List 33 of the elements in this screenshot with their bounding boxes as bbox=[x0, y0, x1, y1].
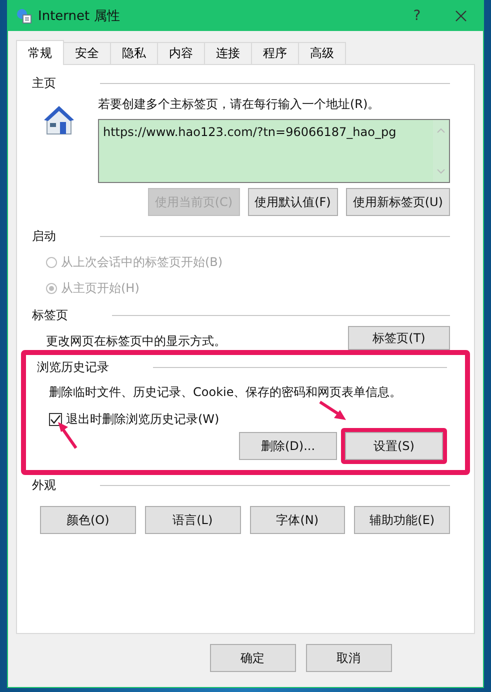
appearance-button[interactable]: 辅助功能(E) bbox=[354, 506, 450, 534]
history-button[interactable]: 删除(D)... bbox=[239, 432, 337, 460]
appearance-button[interactable]: 颜色(O) bbox=[40, 506, 136, 534]
description-text: 更改网页在标签页中的显示方式。 bbox=[46, 333, 226, 350]
radio-label: 从主页开始(H) bbox=[61, 280, 140, 297]
instruction-text: 若要创建多个主标签页，请在每行输入一个地址(R)。 bbox=[98, 96, 381, 113]
window-title: Internet 属性 bbox=[38, 8, 120, 24]
history-button[interactable]: 设置(S) bbox=[345, 432, 443, 460]
homepage-button[interactable]: 使用默认值(F) bbox=[248, 188, 338, 216]
close-icon bbox=[455, 10, 467, 22]
checkbox-label: 退出时删除浏览历史记录(W) bbox=[66, 411, 220, 428]
house-icon bbox=[42, 104, 76, 136]
tab[interactable]: 高级 bbox=[298, 42, 346, 64]
tab[interactable]: 常规 bbox=[16, 40, 64, 65]
group-heading: 标签页 bbox=[32, 307, 68, 324]
description-text: 删除临时文件、历史记录、Cookie、保存的密码和网页表单信息。 bbox=[49, 384, 403, 401]
homepage-button[interactable]: 使用新标签页(U) bbox=[346, 188, 450, 216]
appearance-button[interactable]: 语言(L) bbox=[144, 506, 240, 534]
group-heading: 外观 bbox=[32, 477, 56, 494]
dialog-button[interactable]: 取消 bbox=[306, 644, 392, 672]
radio-label: 从上次会话中的标签页开始(B) bbox=[61, 254, 223, 271]
homepage-url-field[interactable]: https://www.hao123.com/?tn=96066187_hao_pg bbox=[98, 119, 450, 183]
group-heading: 启动 bbox=[32, 228, 56, 245]
tabs-button[interactable]: 标签页(T) bbox=[348, 326, 450, 350]
checkbox[interactable] bbox=[49, 413, 62, 426]
group-heading: 主页 bbox=[32, 75, 56, 92]
dialog-button[interactable]: 确定 bbox=[210, 644, 296, 672]
appearance-button[interactable]: 字体(N) bbox=[250, 506, 346, 534]
globe-document-icon bbox=[16, 8, 32, 24]
scrollbar[interactable] bbox=[433, 120, 449, 182]
group-heading: 浏览历史记录 bbox=[37, 359, 109, 376]
pointer-arrow bbox=[318, 400, 348, 422]
help-button[interactable]: ? bbox=[395, 0, 439, 31]
